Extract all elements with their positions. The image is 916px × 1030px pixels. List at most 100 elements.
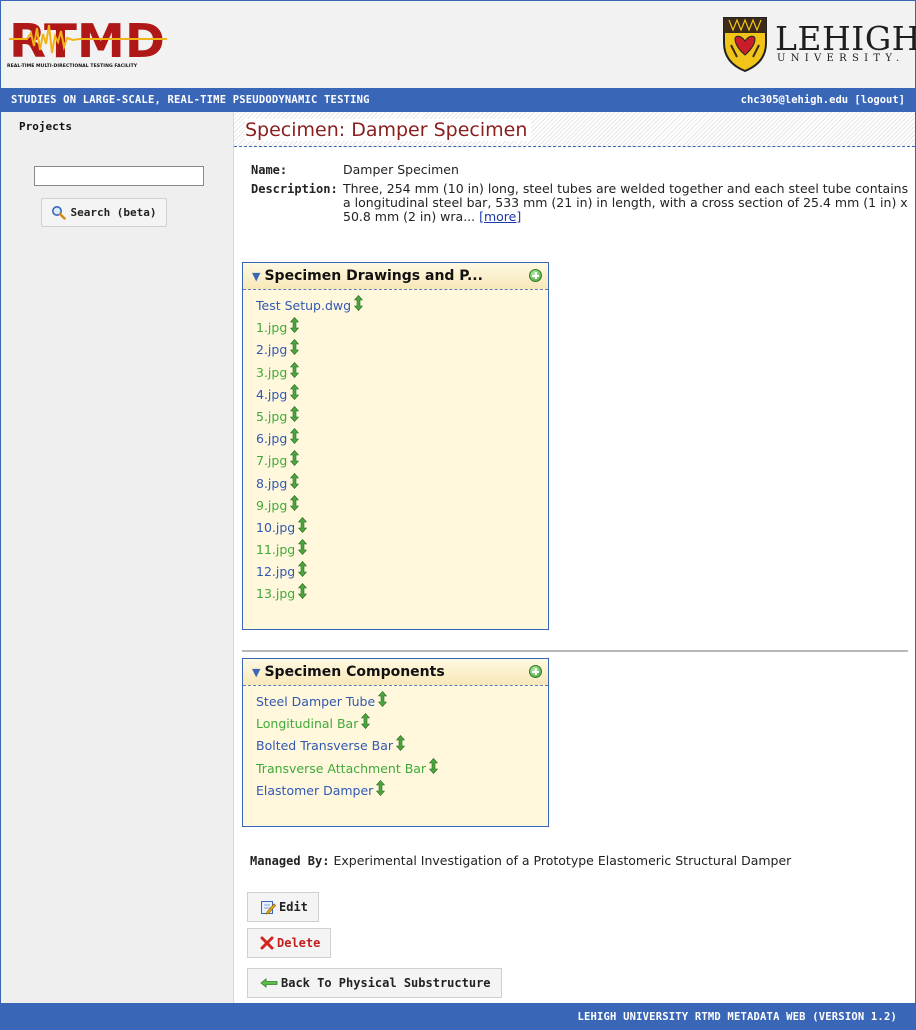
add-component-icon[interactable] [529,665,542,678]
up-down-arrow-icon[interactable] [290,339,300,356]
rtmd-logo[interactable]: RTMD REAL-TIME MULTI-DIRECTIONAL TESTING… [7,19,169,71]
drawing-link[interactable]: 7.jpg [256,453,287,468]
up-down-arrow-icon[interactable] [290,405,300,422]
site-title: STUDIES ON LARGE-SCALE, REAL-TIME PSEUDO… [11,94,370,106]
delete-button-label: Delete [277,936,321,950]
drawing-link[interactable]: 4.jpg [256,387,287,402]
drawing-item: 6.jpg [256,428,548,451]
name-value: Damper Specimen [343,162,459,177]
collapse-triangle-icon[interactable]: ▼ [252,270,260,283]
drawing-item: 8.jpg [256,472,548,496]
drawing-item: 7.jpg [256,450,548,473]
component-link[interactable]: Steel Damper Tube [256,694,375,709]
drawing-item: 13.jpg [256,583,548,606]
components-list: Steel Damper Tube Longitudinal Bar Bolted … [243,686,548,803]
up-down-arrow-icon[interactable] [361,713,371,730]
drawings-panel-header[interactable]: ▼ Specimen Drawings and P... [243,263,548,290]
drawing-item: 9.jpg [256,494,548,518]
drawing-link[interactable]: 10.jpg [256,520,295,535]
add-drawing-icon[interactable] [529,269,542,282]
drawing-link[interactable]: 8.jpg [256,476,287,491]
back-button-label: Back To Physical Substructure [281,976,491,990]
specimen-details: Name: Damper Specimen Description: Three… [251,163,911,224]
main-content: Specimen: Damper Specimen Name: Damper S… [234,112,915,1003]
up-down-arrow-icon[interactable] [354,295,364,311]
up-down-arrow-icon[interactable] [298,539,308,556]
up-down-arrow-icon[interactable] [429,757,439,774]
magnifier-icon [52,206,67,220]
description-text: Three, 254 mm (10 in) long, steel tubes … [343,181,909,224]
up-down-arrow-icon[interactable] [396,735,406,752]
component-link[interactable]: Transverse Attachment Bar [256,761,426,776]
up-down-arrow-icon[interactable] [290,494,300,511]
up-down-arrow-icon[interactable] [378,691,388,707]
logout-link[interactable]: [logout] [854,94,905,106]
drawing-link[interactable]: 9.jpg [256,498,287,513]
drawing-item: 12.jpg [256,561,548,584]
drawing-item: 4.jpg [256,383,548,407]
drawing-link[interactable]: 6.jpg [256,431,287,446]
up-down-arrow-icon[interactable] [290,472,300,489]
user-area: chc305@lehigh.edu [logout] [741,94,905,106]
managed-by: Managed By: Experimental Investigation o… [250,853,791,868]
drawing-item: 10.jpg [256,516,548,540]
search-button-label: Search (beta) [70,206,157,219]
red-x-icon [260,936,274,950]
drawing-link[interactable]: 12.jpg [256,564,295,579]
drawing-link[interactable]: 5.jpg [256,409,287,424]
components-panel: ▼ Specimen Components Steel Damper Tube Lo… [242,658,549,827]
components-panel-title: ▼ Specimen Components [252,664,445,680]
component-item: Transverse Attachment Bar [256,757,548,781]
app-window: RTMD REAL-TIME MULTI-DIRECTIONAL TESTING… [0,0,916,1030]
component-link[interactable]: Longitudinal Bar [256,716,358,731]
drawing-item: 3.jpg [256,361,548,385]
up-down-arrow-icon[interactable] [290,383,300,400]
components-panel-header[interactable]: ▼ Specimen Components [243,659,548,686]
drawing-link[interactable]: Test Setup.dwg [256,298,351,313]
title-bar: STUDIES ON LARGE-SCALE, REAL-TIME PSEUDO… [1,88,915,112]
drawing-link[interactable]: 1.jpg [256,320,287,335]
up-down-arrow-icon[interactable] [290,450,300,467]
up-down-arrow-icon[interactable] [298,561,308,578]
up-down-arrow-icon[interactable] [290,317,300,334]
university-label: UNIVERSITY. [777,53,905,64]
description-value: Three, 254 mm (10 in) long, steel tubes … [343,182,911,224]
drawing-link[interactable]: 3.jpg [256,365,287,380]
up-down-arrow-icon[interactable] [298,583,308,600]
drawing-link[interactable]: 11.jpg [256,542,295,557]
delete-button[interactable]: Delete [247,928,332,958]
component-item: Longitudinal Bar [256,713,548,736]
green-left-arrow-icon [260,978,278,988]
more-link[interactable]: [more] [479,209,521,224]
search-input[interactable] [34,166,204,186]
managed-by-value[interactable]: Experimental Investigation of a Prototyp… [333,853,791,868]
drawings-panel: ▼ Specimen Drawings and P... Test Setup.d… [242,262,549,630]
components-panel-title-text: Specimen Components [264,664,445,680]
component-link[interactable]: Elastomer Damper [256,783,373,798]
user-email: chc305@lehigh.edu [740,94,849,106]
footer-text: LEHIGH UNIVERSITY RTMD METADATA WEB (VER… [577,1011,897,1023]
up-down-arrow-icon[interactable] [298,516,308,533]
up-down-arrow-icon[interactable] [290,428,300,445]
managed-by-label: Managed By: [250,854,330,868]
drawing-link[interactable]: 13.jpg [256,586,295,601]
drawing-item: 5.jpg [256,405,548,429]
edit-button[interactable]: Edit [247,892,319,922]
back-to-substructure-button[interactable]: Back To Physical Substructure [247,968,502,998]
edit-button-label: Edit [279,900,308,914]
component-item: Elastomer Damper [256,779,548,803]
up-down-arrow-icon[interactable] [290,361,300,378]
lehigh-university-logo[interactable]: LEHIGH UNIVERSITY. [721,15,916,73]
section-divider [242,650,908,652]
search-button[interactable]: Search (beta) [41,198,167,227]
sidebar: Projects Search (beta) [1,112,234,1003]
lehigh-shield-icon [723,17,767,73]
component-item: Steel Damper Tube [256,691,548,714]
description-row: Description: Three, 254 mm (10 in) long,… [251,182,911,224]
component-link[interactable]: Bolted Transverse Bar [256,738,393,753]
collapse-triangle-icon[interactable]: ▼ [252,666,260,679]
rtmd-subtitle: REAL-TIME MULTI-DIRECTIONAL TESTING FACI… [7,64,138,69]
drawing-link[interactable]: 2.jpg [256,342,287,357]
page-title-band: Specimen: Damper Specimen [234,112,915,147]
up-down-arrow-icon[interactable] [376,779,386,796]
